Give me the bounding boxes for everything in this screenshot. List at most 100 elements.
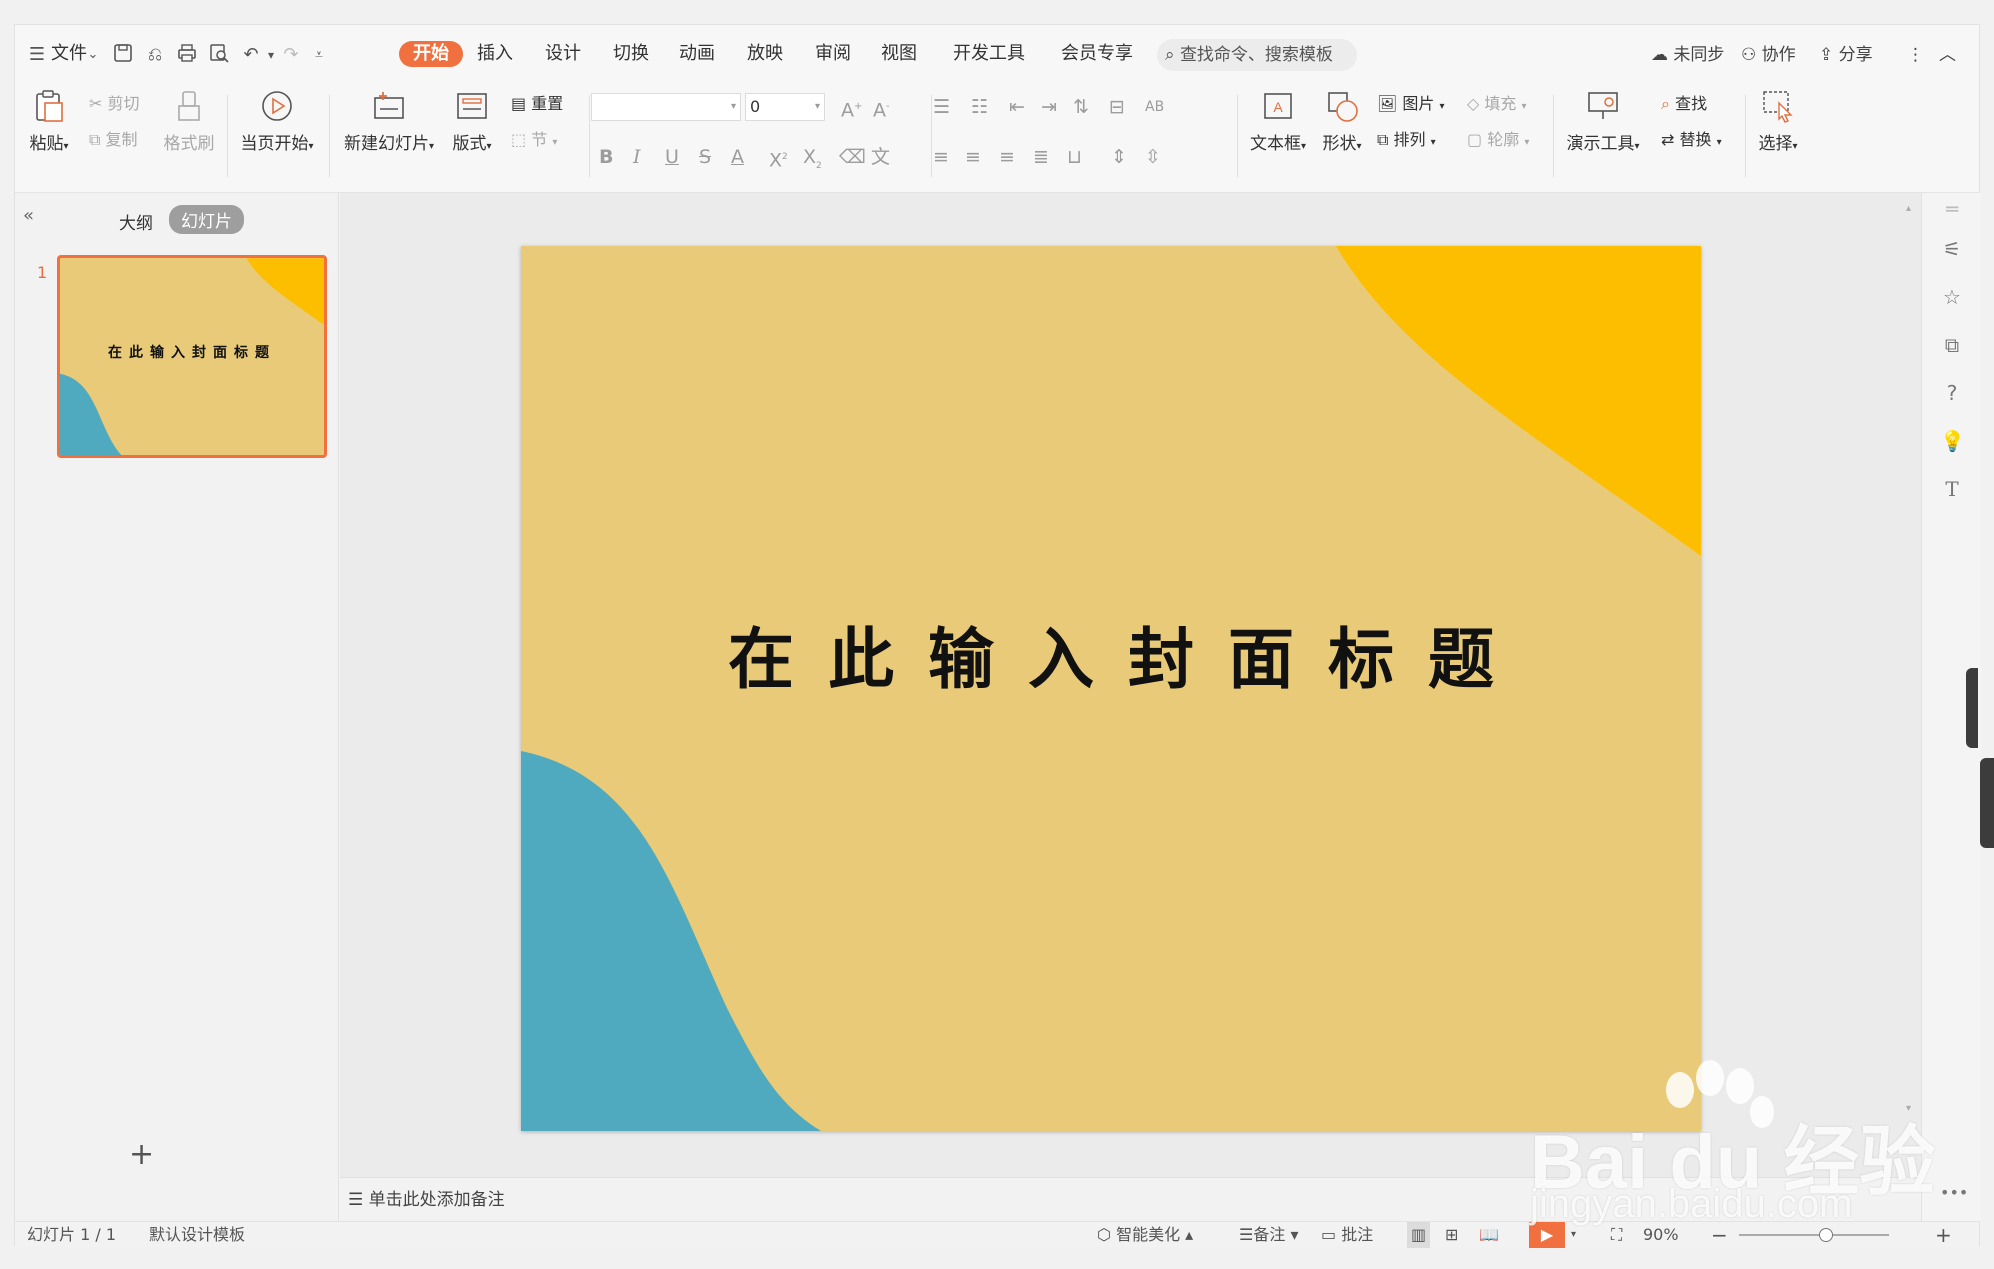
new-slide-button[interactable]: 新建幻灯片▾ [341, 89, 437, 154]
increase-indent-icon[interactable]: ⇥ [1041, 95, 1057, 119]
numbered-list-icon[interactable]: ☷ [971, 95, 988, 119]
distribute-icon[interactable]: ⊔ [1067, 145, 1082, 169]
play-from-current-button[interactable]: 当页开始▾ [237, 89, 317, 154]
vertical-scrollbar[interactable]: ▴ ▾ [1906, 203, 1914, 1163]
smart-beautify-label: 智能美化 [1116, 1225, 1181, 1244]
outline-button[interactable]: ▢ 轮廓 ▾ [1467, 129, 1529, 154]
drag-handle-icon[interactable]: ═ [1940, 197, 1964, 221]
chevron-down-icon[interactable]: ⌄ [81, 43, 105, 67]
add-slide-plus-icon[interactable]: + [129, 1137, 154, 1172]
scroll-up-icon[interactable]: ▴ [1906, 203, 1911, 214]
replace-button[interactable]: ⇄ 替换 ▾ [1661, 129, 1722, 154]
line-spacing-icon[interactable]: ⇕ [1111, 145, 1127, 169]
decrease-indent-icon[interactable]: ⇤ [1009, 95, 1025, 119]
settings-sliders-icon[interactable]: ⚟ [1940, 237, 1964, 261]
underline-icon[interactable]: U [665, 145, 679, 169]
current-slide[interactable]: 在此输入封面标题 [521, 246, 1701, 1131]
baidu-watermark: Bai du 经验 jingyan.baidu.com [1530, 1050, 1970, 1230]
strikethrough-icon[interactable]: S [699, 145, 711, 169]
char-spacing-icon[interactable]: AB [1145, 95, 1164, 119]
hamburger-menu-icon[interactable]: ☰ [25, 43, 49, 67]
help-icon[interactable]: ? [1940, 381, 1964, 405]
column-icon[interactable]: ⊟ [1109, 95, 1125, 119]
paragraph-spacing-icon[interactable]: ⇳ [1145, 145, 1161, 169]
format-convert-icon[interactable]: ⎌ [143, 43, 167, 67]
align-left-icon[interactable]: ≡ [933, 145, 949, 169]
format-painter-button[interactable]: 格式刷 [161, 89, 217, 154]
subscript-icon[interactable]: X2 [803, 145, 822, 178]
tab-developer[interactable]: 开发工具 [953, 41, 1025, 67]
tab-review[interactable]: 审阅 [815, 41, 851, 67]
cut-button[interactable]: ✂ 剪切 [89, 93, 140, 115]
bold-icon[interactable]: B [599, 145, 613, 169]
tab-insert[interactable]: 插入 [477, 41, 513, 67]
phonetic-guide-icon[interactable]: 文 [871, 145, 890, 169]
tab-outline[interactable]: 大纲 [119, 209, 153, 234]
italic-icon[interactable]: I [633, 145, 641, 169]
print-icon[interactable] [175, 43, 199, 67]
sync-status-button[interactable]: ☁ 未同步 [1651, 43, 1724, 67]
text-style-icon[interactable]: T [1940, 477, 1964, 501]
font-grow-icon[interactable]: A+ [841, 95, 862, 122]
font-color-icon[interactable]: A [731, 145, 744, 169]
align-center-icon[interactable]: ≡ [965, 145, 981, 169]
collapse-panel-icon[interactable]: « [23, 205, 34, 226]
normal-view-icon[interactable]: ▥ [1407, 1222, 1431, 1248]
text-box-button[interactable]: A 文本框▾ [1247, 89, 1309, 154]
layout-button[interactable]: 版式▾ [449, 89, 495, 154]
outline-label: 轮廓 [1487, 130, 1520, 149]
superscript-icon[interactable]: X2 [769, 145, 788, 172]
slide-thumbnail[interactable]: 在此输入封面标题 [57, 255, 327, 458]
tab-member[interactable]: 会员专享 [1061, 41, 1133, 67]
justify-icon[interactable]: ≣ [1033, 145, 1049, 169]
select-button[interactable]: 选择▾ [1753, 89, 1803, 154]
search-command-input[interactable]: ⌕ 查找命令、搜索模板 [1157, 39, 1357, 71]
font-shrink-icon[interactable]: A- [873, 95, 890, 122]
tab-home[interactable]: 开始 [399, 41, 463, 67]
tab-transition[interactable]: 切换 [613, 41, 649, 67]
tab-slides[interactable]: 幻灯片 [169, 205, 244, 234]
slide-transition-icon[interactable]: ⧉ [1940, 333, 1964, 357]
tab-slideshow[interactable]: 放映 [747, 41, 783, 67]
tab-animation[interactable]: 动画 [679, 41, 715, 67]
arrange-button[interactable]: ⧉ 排列 ▾ [1377, 129, 1436, 154]
clear-format-icon[interactable]: ⌫ [839, 145, 866, 169]
save-icon[interactable] [111, 43, 135, 67]
font-size-select[interactable]: 0 ▾ [745, 93, 825, 121]
picture-button[interactable]: 🖼 图片 ▾ [1377, 93, 1445, 118]
template-name[interactable]: 默认设计模板 [149, 1222, 245, 1248]
reading-view-icon[interactable]: 📖 [1479, 1222, 1499, 1248]
section-button[interactable]: ⬚ 节 ▾ [511, 129, 557, 154]
smart-beautify-button[interactable]: ⬡ 智能美化 ▴ [1097, 1222, 1193, 1248]
presentation-tools-button[interactable]: 演示工具▾ [1561, 89, 1645, 154]
more-menu-icon[interactable]: ⋮ [1907, 43, 1924, 67]
font-family-select[interactable]: ▾ [591, 93, 741, 121]
redo-icon[interactable]: ↷ [279, 43, 303, 67]
magnifier-icon: ⌕ [1661, 94, 1670, 113]
floating-side-widget[interactable] [1966, 668, 1978, 748]
floating-side-widget[interactable] [1980, 758, 1994, 848]
reset-button[interactable]: ▤ 重置 [511, 93, 563, 115]
customize-toolbar-icon[interactable]: ⩡ [307, 43, 331, 67]
collaborate-button[interactable]: ⚇ 协作 [1741, 43, 1796, 67]
slide-title-textbox[interactable]: 在此输入封面标题 [521, 606, 1701, 702]
collapse-ribbon-icon[interactable]: ︿ [1939, 43, 1956, 67]
text-direction-icon[interactable]: ⇅ [1073, 95, 1089, 119]
tab-view[interactable]: 视图 [881, 41, 917, 67]
print-preview-icon[interactable] [207, 43, 231, 67]
paste-button[interactable]: 粘贴▾ [27, 89, 71, 154]
star-icon[interactable]: ☆ [1940, 285, 1964, 309]
slide-sorter-icon[interactable]: ⊞ [1445, 1222, 1458, 1248]
lightbulb-icon[interactable]: 💡 [1940, 429, 1965, 453]
fill-button[interactable]: ◇ 填充 ▾ [1467, 93, 1527, 118]
bullet-list-icon[interactable]: ☰ [933, 95, 950, 119]
zoom-slider-thumb[interactable] [1819, 1228, 1833, 1242]
shape-button[interactable]: 形状▾ [1319, 89, 1365, 154]
copy-button[interactable]: ⧉ 复制 [89, 129, 138, 151]
align-right-icon[interactable]: ≡ [999, 145, 1015, 169]
comments-button[interactable]: ▭ 批注 [1321, 1222, 1373, 1248]
find-button[interactable]: ⌕ 查找 [1661, 93, 1707, 115]
notes-toggle-button[interactable]: ☰备注 ▾ [1239, 1222, 1298, 1248]
share-button[interactable]: ⇪ 分享 [1819, 43, 1873, 67]
tab-design[interactable]: 设计 [545, 41, 581, 67]
